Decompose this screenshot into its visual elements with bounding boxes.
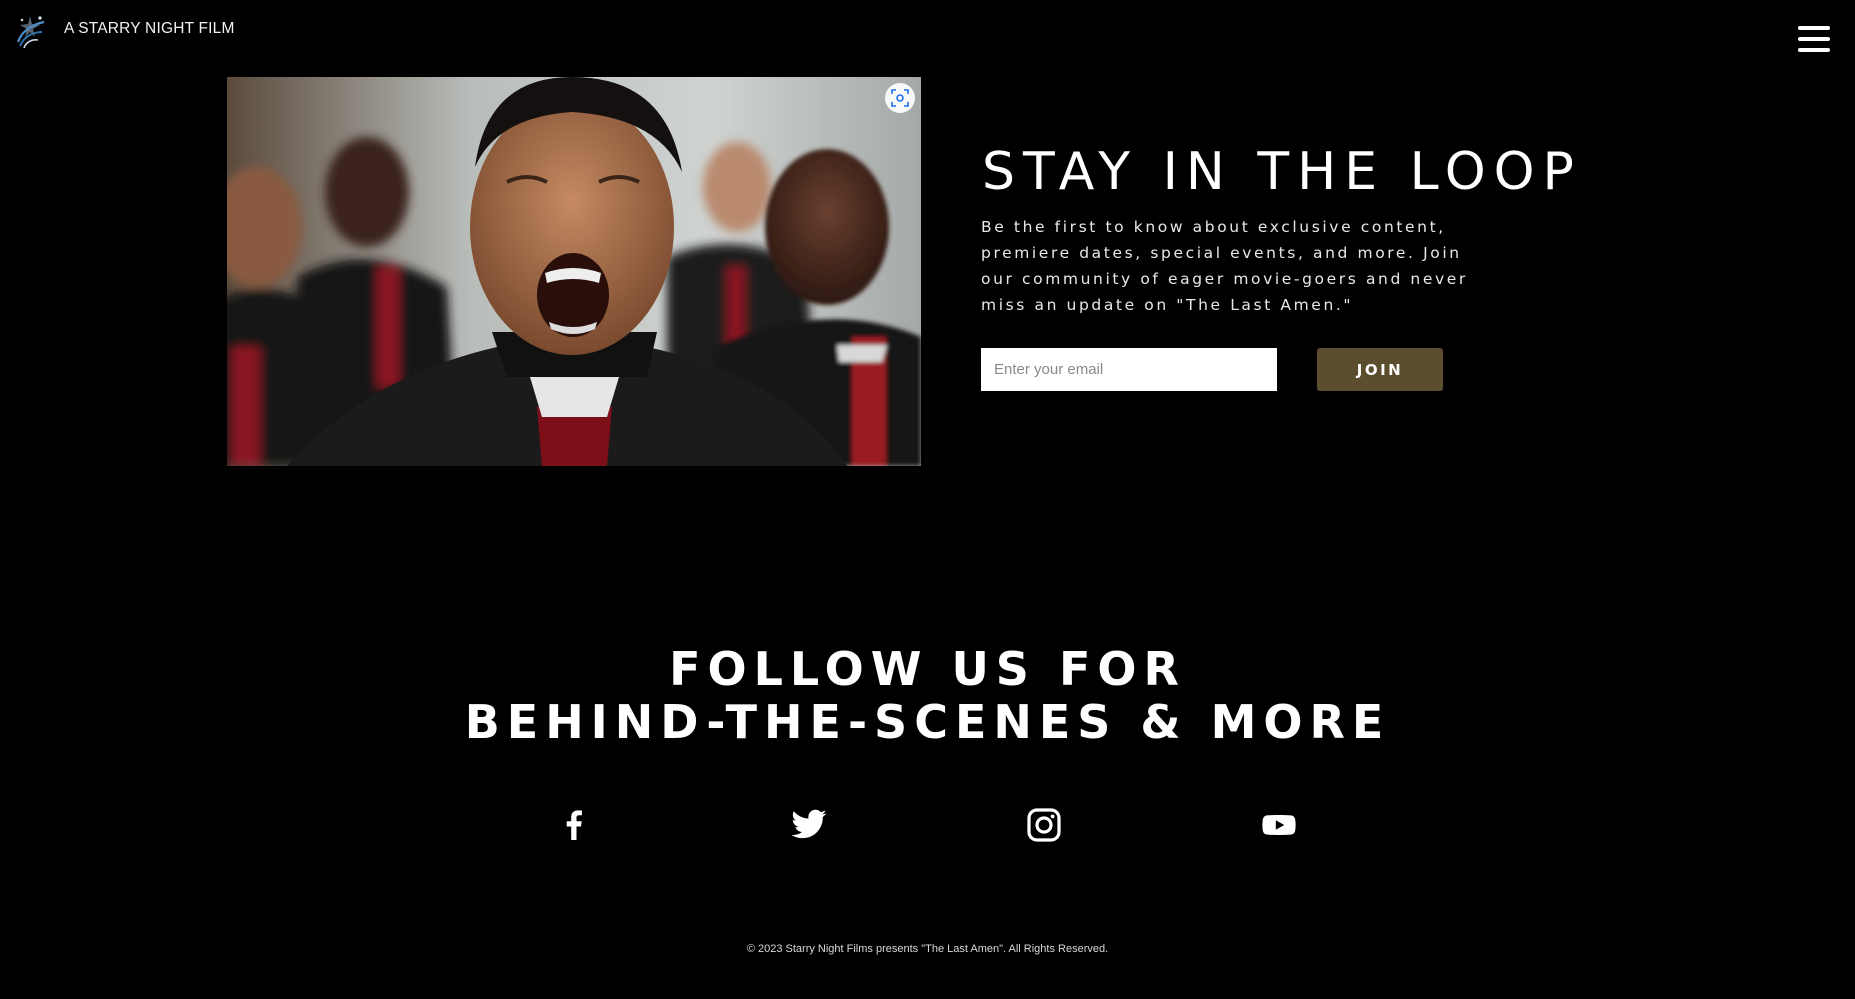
- youtube-icon: [1262, 815, 1296, 835]
- visual-search-icon: [891, 89, 909, 107]
- hero-image: [227, 77, 921, 466]
- email-input[interactable]: [981, 348, 1277, 391]
- hero-photo: [227, 77, 921, 466]
- newsletter-title: STAY IN THE LOOP: [982, 142, 1582, 202]
- menu-bar: [1798, 48, 1830, 52]
- brand-logo-link[interactable]: A STARRY NIGHT FILM: [12, 10, 235, 50]
- instagram-link[interactable]: [1025, 806, 1063, 844]
- visual-search-button[interactable]: [885, 83, 915, 113]
- starry-night-logo-icon: [16, 16, 45, 49]
- follow-heading-line-1: FOLLOW US FOR: [669, 642, 1186, 696]
- facebook-link[interactable]: [555, 806, 593, 844]
- menu-bar: [1798, 26, 1830, 30]
- twitter-link[interactable]: [790, 806, 828, 844]
- hamburger-menu-icon[interactable]: [1798, 26, 1830, 52]
- facebook-icon: [566, 810, 582, 840]
- follow-heading-line-2: BEHIND-THE-SCENES & MORE: [464, 695, 1391, 749]
- footer-copyright: © 2023 Starry Night Films presents "The …: [746, 943, 1109, 955]
- instagram-icon: [1027, 808, 1061, 842]
- newsletter-description: Be the first to know about exclusive con…: [981, 218, 1468, 314]
- follow-heading: FOLLOW US FOR BEHIND-THE-SCENES & MORE: [0, 643, 1855, 749]
- twitter-icon: [791, 809, 827, 839]
- menu-bar: [1798, 37, 1830, 41]
- brand-name: A STARRY NIGHT FILM: [64, 20, 235, 37]
- youtube-link[interactable]: [1260, 806, 1298, 844]
- join-button[interactable]: JOIN: [1317, 348, 1443, 391]
